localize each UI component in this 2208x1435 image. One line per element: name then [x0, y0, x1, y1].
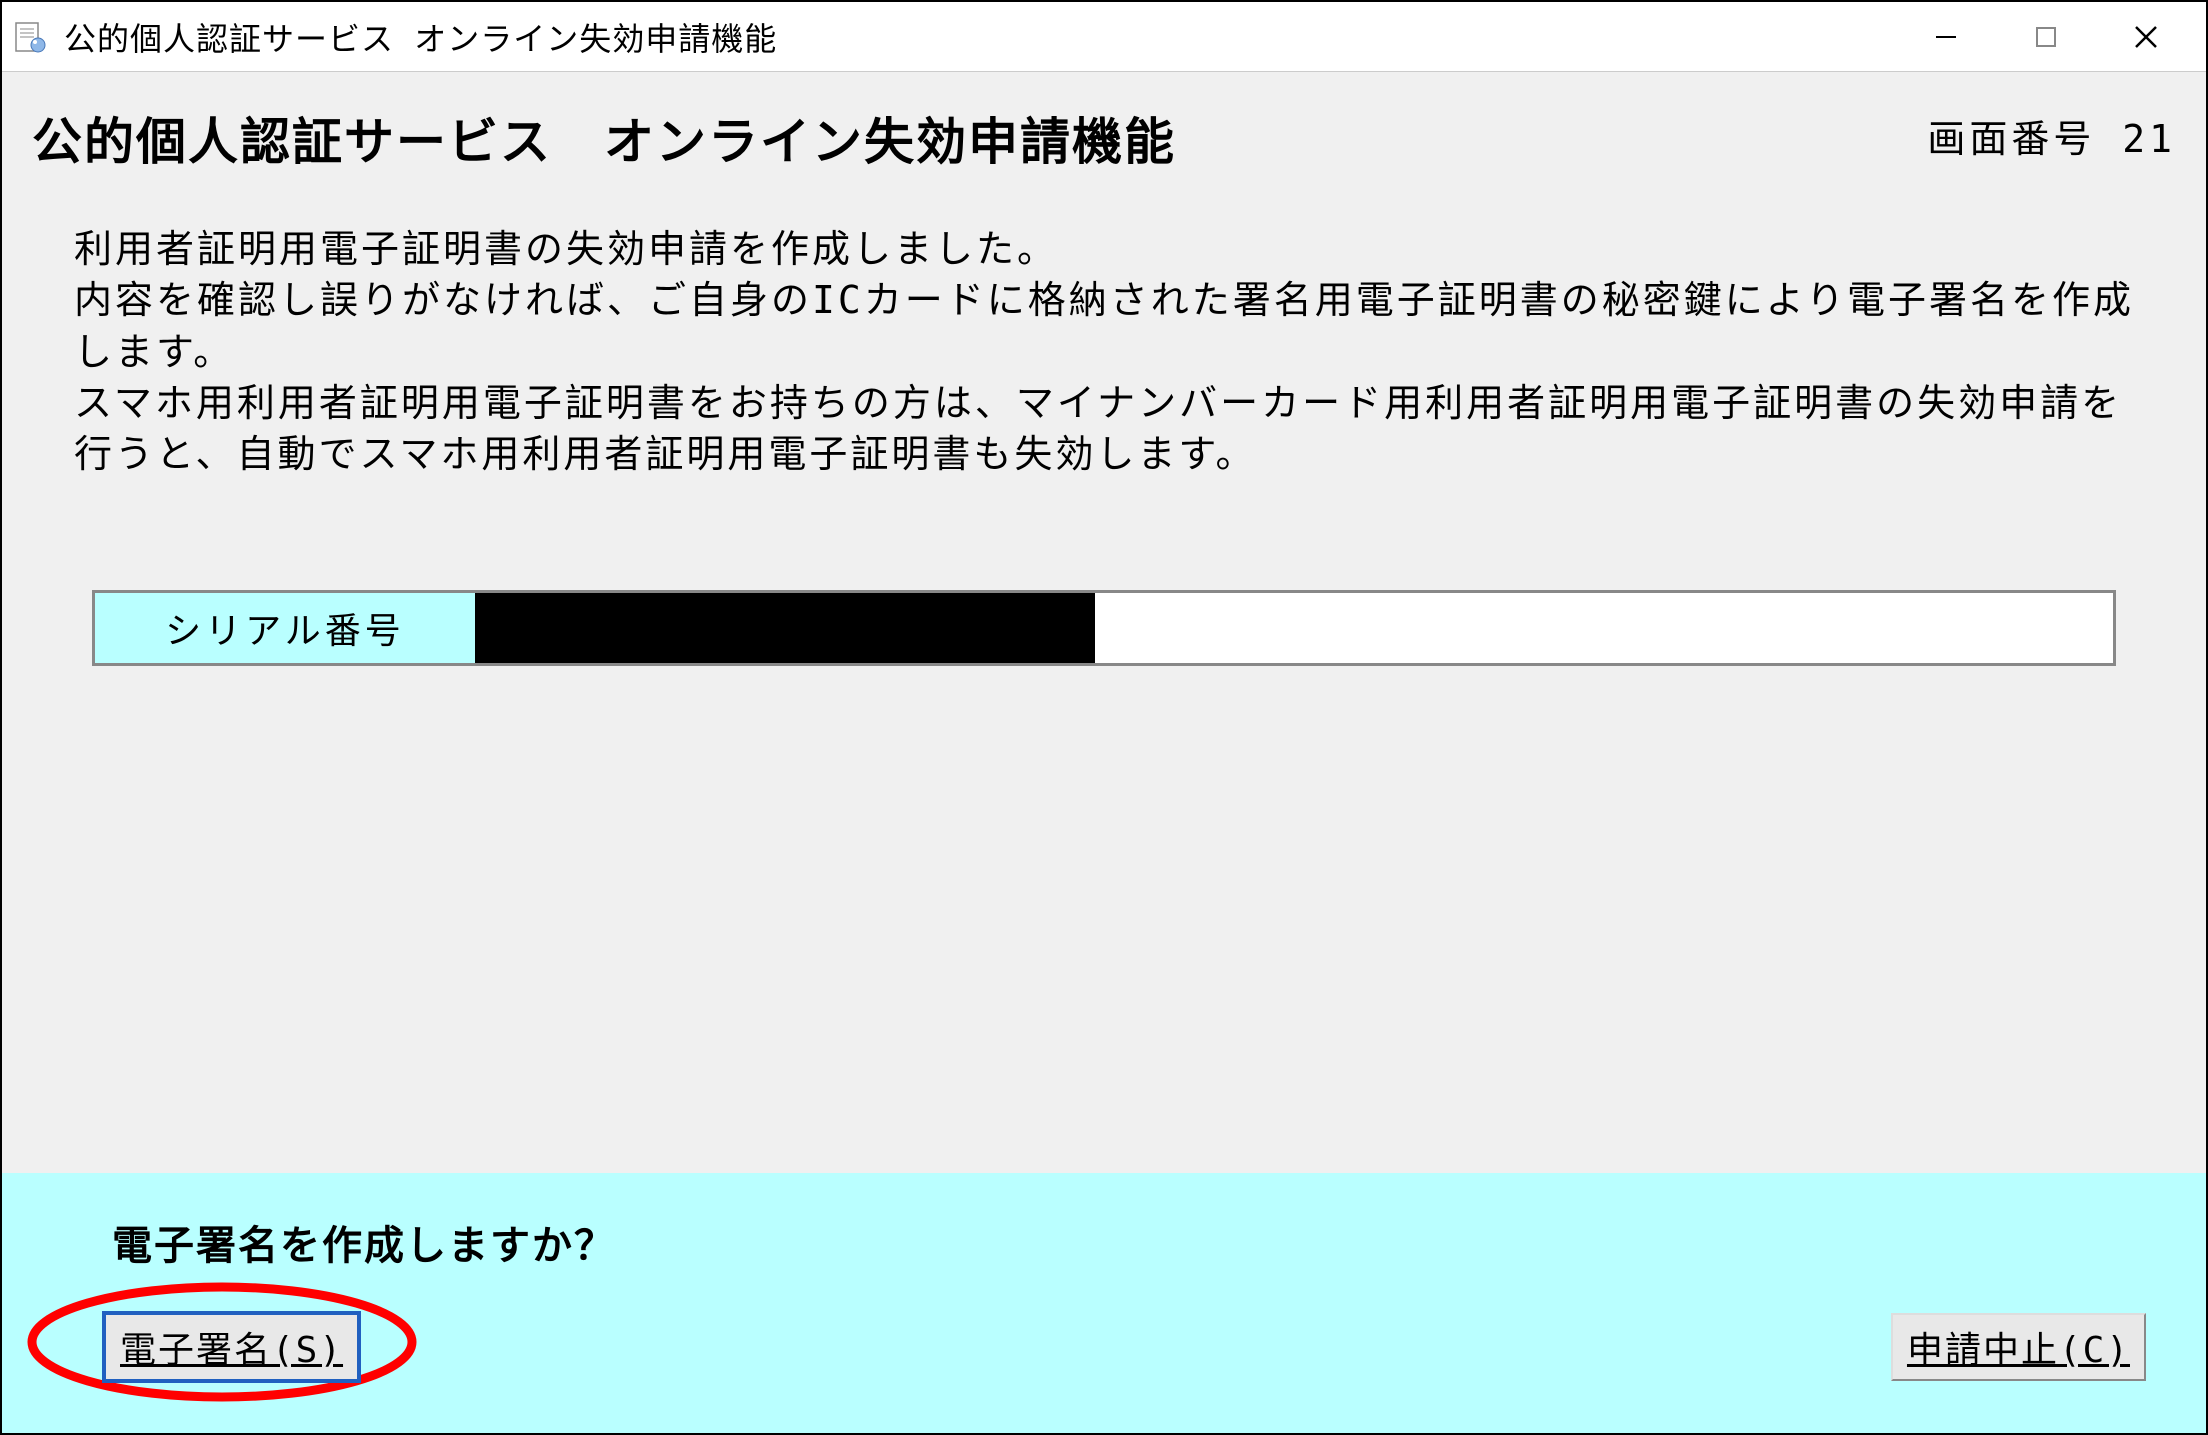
serial-value — [475, 593, 2113, 663]
content-area: 公的個人認証サービス オンライン失効申請機能 画面番号 21 利用者証明用電子証… — [2, 72, 2206, 1173]
cancel-application-button[interactable]: 申請中止(C) — [1891, 1313, 2146, 1381]
serial-redacted-value — [475, 593, 1095, 663]
maximize-button[interactable] — [1996, 7, 2096, 67]
titlebar: 公的個人認証サービス オンライン失効申請機能 — [2, 2, 2206, 72]
sign-button-wrap: 電子署名(S) — [102, 1311, 361, 1383]
footer-prompt: 電子署名を作成しますか？ — [112, 1213, 2146, 1271]
footer-panel: 電子署名を作成しますか？ 電子署名(S) 申請中止(C) — [2, 1173, 2206, 1433]
window-controls — [1896, 7, 2196, 67]
app-icon — [12, 19, 48, 55]
application-window: 公的個人認証サービス オンライン失効申請機能 公的個人認証サービス オンライン失… — [0, 0, 2208, 1435]
digital-sign-button[interactable]: 電子署名(S) — [102, 1311, 361, 1383]
header-row: 公的個人認証サービス オンライン失効申請機能 画面番号 21 — [32, 102, 2176, 174]
window-title: 公的個人認証サービス オンライン失効申請機能 — [64, 14, 1896, 60]
screen-number: 画面番号 21 — [1927, 102, 2176, 163]
serial-label: シリアル番号 — [95, 593, 475, 663]
close-button[interactable] — [2096, 7, 2196, 67]
footer-buttons: 電子署名(S) 申請中止(C) — [62, 1311, 2146, 1383]
serial-row: シリアル番号 — [92, 590, 2116, 666]
page-title: 公的個人認証サービス オンライン失効申請機能 — [32, 102, 1176, 174]
instruction-text: 利用者証明用電子証明書の失効申請を作成しました。 内容を確認し誤りがなければ、ご… — [32, 224, 2176, 480]
minimize-button[interactable] — [1896, 7, 1996, 67]
